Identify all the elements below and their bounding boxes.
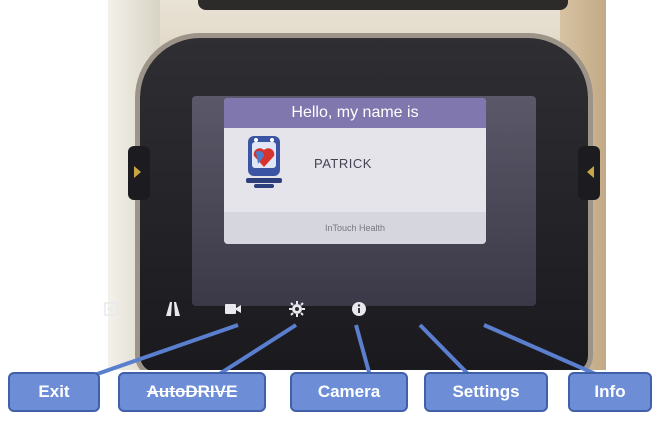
settings-callout: Settings [424,372,548,412]
camera-callout: Camera [290,372,408,412]
autodrive-callout: AutoDRIVE [118,372,266,412]
exit-callout: Exit [8,372,100,412]
callout-pointers [79,323,601,382]
info-callout: Info [568,372,652,412]
